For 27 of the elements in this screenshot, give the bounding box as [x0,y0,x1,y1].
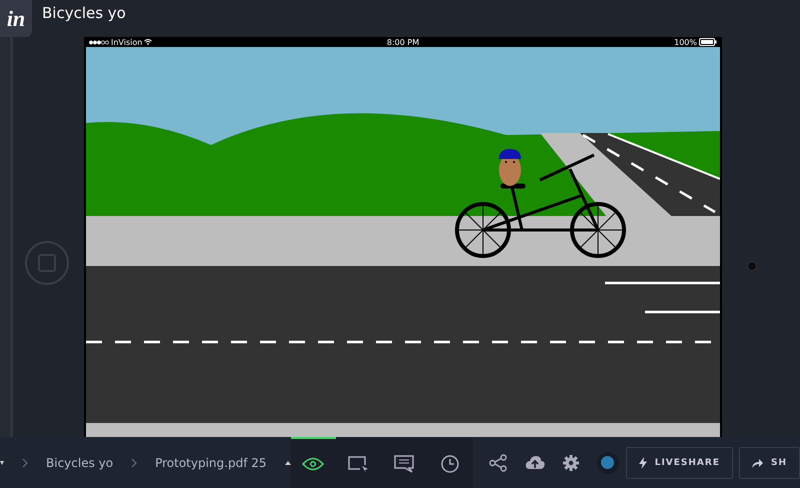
wifi-icon [144,39,152,45]
logo[interactable]: in [0,0,32,37]
arrow-icon [752,458,763,468]
caret-up-icon[interactable] [284,460,291,464]
breadcrumb-link[interactable]: Bicycles yo [46,456,114,470]
caret-icon [0,460,4,464]
battery-icon [698,38,717,46]
comment-icon [394,454,414,472]
project-title: Bicycles yo [42,4,126,22]
lightning-icon [638,456,647,468]
battery-percent: 100% [674,38,697,46]
settings-icon[interactable] [562,454,579,470]
status-time: 8:00 PM [386,38,420,46]
chevron-right-icon [22,458,28,468]
eye-icon [302,456,324,470]
carrier-name: InVision [111,38,142,46]
share-button[interactable]: SH [738,446,800,478]
camera-dot [747,261,757,271]
liveshare-button[interactable]: LIVESHARE [626,446,733,478]
screen-cursor-icon [348,454,370,472]
signal-icon [89,40,109,44]
breadcrumb-link[interactable]: Prototyping.pdf 25 [155,456,267,470]
share-icon[interactable] [488,454,507,472]
chevron-right-icon [131,458,138,468]
clock-icon [441,454,460,472]
cloud-upload-icon[interactable] [524,454,545,470]
status-dot[interactable] [596,452,619,474]
